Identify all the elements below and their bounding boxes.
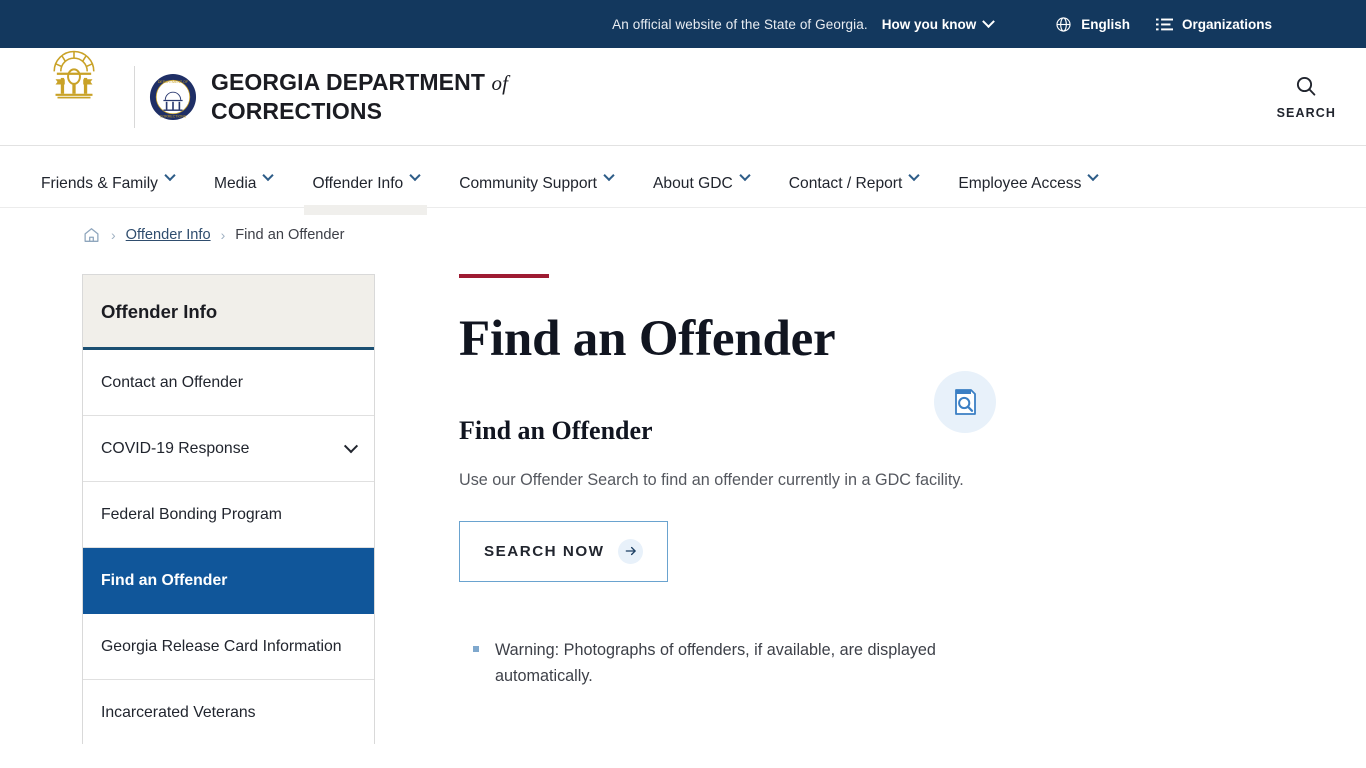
search-button-label: SEARCH: [1276, 105, 1336, 120]
chevron-down-icon: [164, 169, 176, 182]
chevron-down-icon: [908, 169, 920, 182]
nav-label: Employee Access: [958, 175, 1082, 192]
square-bullet-icon: [473, 645, 479, 652]
sidebar-item-find-an-offender[interactable]: Find an Offender: [83, 548, 374, 614]
chevron-down-icon: [982, 14, 996, 28]
nav-label: About GDC: [653, 175, 733, 192]
search-now-label: SEARCH NOW: [484, 542, 605, 560]
nav-label: Contact / Report: [788, 175, 903, 192]
nav-label: Media: [213, 175, 257, 192]
note-text: Warning: Photographs of offenders, if av…: [495, 640, 936, 685]
sidebar-item-label: Contact an Offender: [101, 373, 243, 391]
sidebar-item-contact-an-offender[interactable]: Contact an Offender: [83, 350, 374, 416]
sidebar-header: Offender Info: [83, 275, 374, 350]
sidebar-item-incarcerated-veterans[interactable]: Incarcerated Veterans: [83, 680, 374, 744]
accent-rule: [459, 274, 549, 278]
official-site-text: An official website of the State of Geor…: [612, 16, 868, 32]
nav-item-friends-family[interactable]: Friends & Family: [41, 146, 196, 208]
globe-icon: [1056, 16, 1071, 32]
chevron-down-icon: [409, 169, 421, 182]
document-search-icon: [934, 371, 996, 434]
breadcrumb-separator: ›: [220, 227, 226, 243]
home-icon[interactable]: [82, 226, 101, 244]
document-search-glyph: [955, 389, 976, 415]
nav-item-community-support[interactable]: Community Support: [459, 146, 635, 208]
chevron-down-icon: [1087, 169, 1100, 182]
breadcrumb-link-offender-info[interactable]: Offender Info: [126, 227, 211, 243]
breadcrumb: › Offender Info › Find an Offender: [82, 226, 345, 244]
brand-of: of: [491, 71, 509, 96]
nav-item-media[interactable]: Media: [214, 146, 294, 208]
sidebar-item-label: Federal Bonding Program: [101, 505, 282, 523]
nav-label: Friends & Family: [41, 175, 158, 192]
gdc-seal-logo: DEPARTMENT OF CORRECTIONS: [149, 73, 197, 120]
search-button[interactable]: SEARCH: [1277, 74, 1336, 120]
sidebar-item-label: Find an Offender: [101, 571, 228, 589]
nav-label: Offender Info: [312, 175, 404, 192]
sidebar-item-covid-19-response[interactable]: COVID-19 Response: [83, 416, 374, 482]
language-label: English: [1081, 16, 1130, 32]
search-icon: [1297, 76, 1316, 96]
brand-line1: GEORGIA DEPARTMENT: [211, 69, 485, 96]
site-masthead: DEPARTMENT OF CORRECTIONS GEORGIA DEPART…: [0, 28, 1366, 146]
section-title: Find an Offender: [459, 416, 653, 446]
svg-text:DEPARTMENT OF: DEPARTMENT OF: [158, 80, 189, 84]
main-content: Find an Offender Find an Offender Use ou…: [375, 274, 1366, 744]
how-you-know-toggle[interactable]: How you know: [881, 14, 996, 32]
nav-item-employee-access[interactable]: Employee Access: [958, 146, 1119, 208]
page-title: Find an Offender: [459, 311, 836, 367]
nav-label: Community Support: [459, 175, 598, 192]
nav-item-offender-info[interactable]: Offender Info: [304, 146, 441, 215]
brand-divider: [134, 65, 135, 128]
arrow-right-icon: [618, 538, 644, 564]
organizations-link[interactable]: Organizations: [1155, 16, 1272, 32]
list-icon: [1155, 18, 1173, 30]
breadcrumb-separator: ›: [111, 227, 116, 243]
chevron-down-icon: [262, 169, 275, 182]
state-utility-bar: An official website of the State of Geor…: [0, 0, 1366, 48]
organizations-label: Organizations: [1181, 16, 1272, 32]
chevron-down-icon: [739, 169, 751, 182]
chevron-down-icon[interactable]: [343, 438, 359, 453]
brand-title: GEORGIA DEPARTMENT of CORRECTIONS: [211, 68, 508, 125]
page-body: › Offender Info › Find an Offender Offen…: [0, 208, 1366, 744]
sidebar-item-label: Incarcerated Veterans: [101, 704, 256, 722]
search-now-button[interactable]: SEARCH NOW: [459, 520, 669, 582]
list-item: Warning: Photographs of offenders, if av…: [459, 637, 1019, 689]
nav-item-contact-report[interactable]: Contact / Report: [789, 146, 941, 208]
notes-list: Warning: Photographs of offenders, if av…: [459, 637, 1326, 689]
breadcrumb-current: Find an Offender: [235, 227, 345, 243]
sidebar-item-federal-bonding-program[interactable]: Federal Bonding Program: [83, 482, 374, 548]
brand-line2: CORRECTIONS: [211, 97, 383, 124]
how-you-know-label: How you know: [881, 16, 977, 32]
primary-navigation: Friends & Family Media Offender Info Com…: [0, 146, 1366, 215]
section-description: Use our Offender Search to find an offen…: [459, 471, 964, 490]
sidebar-item-label: Georgia Release Card Information: [101, 637, 342, 655]
sidebar-item-georgia-release-card-information[interactable]: Georgia Release Card Information: [83, 614, 374, 680]
svg-text:CORRECTIONS: CORRECTIONS: [160, 114, 187, 118]
chevron-down-icon: [603, 169, 615, 182]
section-header-row: Find an Offender: [459, 371, 1326, 446]
section-sidebar: Offender Info Contact an Offender COVID-…: [82, 274, 375, 744]
language-selector[interactable]: English: [1055, 16, 1130, 33]
nav-item-about-gdc[interactable]: About GDC: [653, 146, 771, 208]
brand-lockup[interactable]: DEPARTMENT OF CORRECTIONS GEORGIA DEPART…: [134, 65, 508, 128]
sidebar-item-label: COVID-19 Response: [101, 439, 250, 457]
arrow-right-glyph: [625, 546, 636, 556]
